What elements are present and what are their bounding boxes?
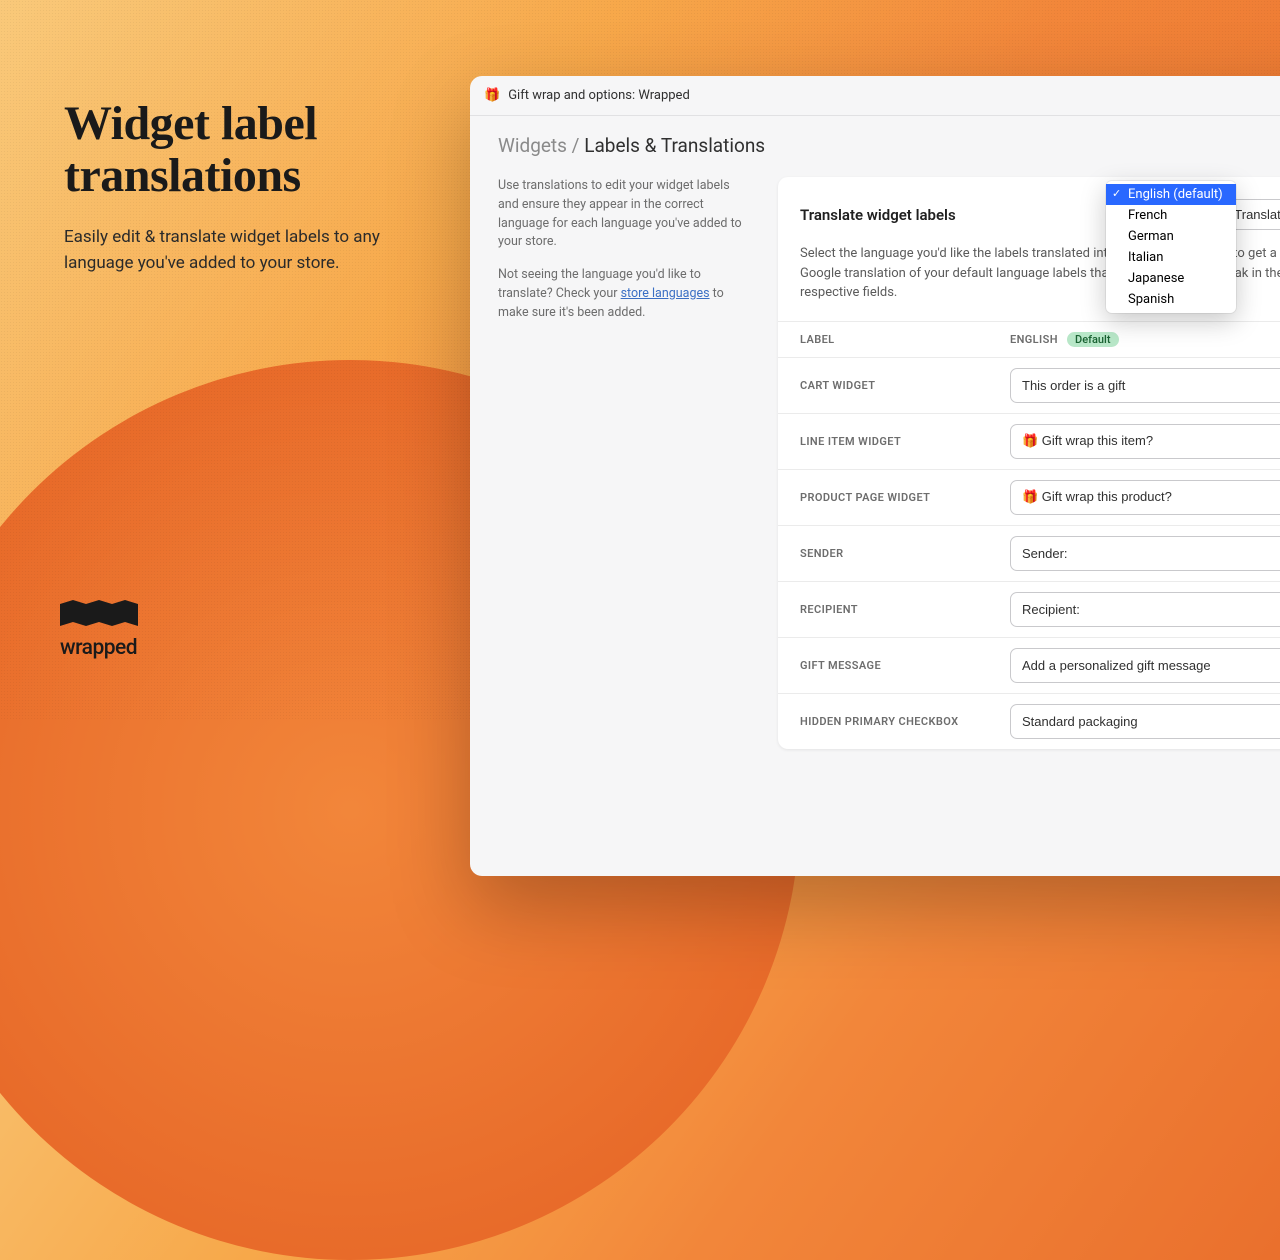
table-row: Line Item Widget	[778, 413, 1280, 469]
translation-input[interactable]	[1010, 592, 1280, 627]
translation-input[interactable]	[1010, 648, 1280, 683]
row-label: Product Page Widget	[800, 491, 1010, 504]
language-option[interactable]: English (default)	[1106, 184, 1236, 205]
side-help: Use translations to edit your widget lab…	[498, 177, 748, 749]
language-option[interactable]: Japanese	[1106, 268, 1236, 289]
brand-name: wrapped	[60, 636, 138, 660]
table-row: Hidden Primary Checkbox	[778, 693, 1280, 749]
help-paragraph-2: Not seeing the language you'd like to tr…	[498, 266, 748, 322]
translations-card: Translate widget labels Translate Select…	[778, 177, 1280, 749]
table-row: Recipient	[778, 581, 1280, 637]
breadcrumb-current: Labels & Translations	[584, 134, 765, 157]
table-row: Cart Widget	[778, 357, 1280, 413]
card-title: Translate widget labels	[800, 206, 956, 224]
default-badge: Default	[1067, 332, 1118, 347]
language-option[interactable]: Italian	[1106, 247, 1236, 268]
app-icon: 🎁	[484, 88, 500, 103]
translation-input[interactable]	[1010, 480, 1280, 515]
app-title: Gift wrap and options: Wrapped	[508, 88, 690, 103]
table-row: Gift Message	[778, 637, 1280, 693]
row-label: Gift Message	[800, 659, 1010, 672]
translation-input[interactable]	[1010, 536, 1280, 571]
row-label: Sender	[800, 547, 1010, 560]
breadcrumb-parent[interactable]: Widgets	[498, 134, 567, 157]
help-paragraph-1: Use translations to edit your widget lab…	[498, 177, 748, 252]
marketing-subtitle: Easily edit & translate widget labels to…	[64, 224, 424, 277]
language-option[interactable]: Spanish	[1106, 289, 1236, 310]
brand-mark-icon	[60, 600, 138, 630]
breadcrumb: Widgets / Labels & Translations	[498, 134, 1280, 157]
breadcrumb-sep: /	[567, 134, 584, 157]
brand-logo: wrapped	[60, 600, 138, 660]
row-label: Hidden Primary Checkbox	[800, 715, 1010, 728]
table-row: Sender	[778, 525, 1280, 581]
row-label: Recipient	[800, 603, 1010, 616]
language-option[interactable]: German	[1106, 226, 1236, 247]
marketing-title: Widget label translations	[64, 98, 424, 202]
translation-input[interactable]	[1010, 704, 1280, 739]
column-header-language: English Default	[1010, 333, 1119, 346]
translation-input[interactable]	[1010, 424, 1280, 459]
store-languages-link[interactable]: store languages	[621, 286, 710, 301]
app-window: 🎁 Gift wrap and options: Wrapped Widgets…	[470, 76, 1280, 876]
titlebar: 🎁 Gift wrap and options: Wrapped	[470, 76, 1280, 116]
column-header-label: Label	[800, 333, 1010, 346]
translation-input[interactable]	[1010, 368, 1280, 403]
row-label: Line Item Widget	[800, 435, 1010, 448]
language-option[interactable]: French	[1106, 205, 1236, 226]
row-label: Cart Widget	[800, 379, 1010, 392]
language-dropdown[interactable]: English (default)FrenchGermanItalianJapa…	[1106, 181, 1236, 313]
table-row: Product Page Widget	[778, 469, 1280, 525]
